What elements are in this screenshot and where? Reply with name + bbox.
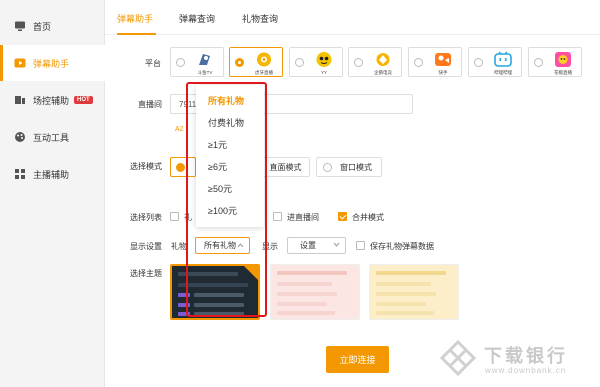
settings-select[interactable]: 设置 (287, 237, 346, 254)
platform-name: 快手 (438, 70, 448, 75)
downbank-logo-icon (439, 339, 477, 377)
gift-label: 礼物 (171, 242, 187, 251)
huya-logo-icon (252, 51, 276, 68)
tab-danmu-query[interactable]: 弹幕查询 (179, 12, 215, 25)
connect-button[interactable]: 立即连接 (326, 346, 389, 373)
radio-button[interactable] (176, 58, 185, 67)
sidebar-item-label: 互动工具 (33, 132, 70, 143)
dropdown-option[interactable]: ≥50元 (208, 182, 232, 195)
sidebar-item-control[interactable]: 场控辅助 HOT (0, 82, 105, 118)
platform-name: 虎牙直播 (255, 70, 273, 75)
tab-danmu-assistant[interactable]: 弹幕助手 (117, 12, 153, 25)
sidebar-item-interact[interactable]: 互动工具 (0, 119, 105, 155)
display-label: 显示设置 (130, 242, 162, 251)
sidebar-item-anchor[interactable]: 主播辅助 (0, 156, 105, 192)
display-sub-label: 显示 (262, 242, 278, 251)
sidebar-item-label: 首页 (33, 21, 52, 32)
list-label: 选择列表 (130, 213, 162, 222)
platform-huya[interactable]: 虎牙直播 (229, 47, 283, 77)
save-gift-label: 保存礼物弹幕数据 (370, 242, 434, 251)
monitor-icon (14, 20, 26, 32)
mode-option-3[interactable]: 窗口模式 (316, 157, 382, 177)
dropdown-option[interactable]: ≥100元 (208, 204, 237, 217)
sidebar-item-label: 弹幕助手 (33, 58, 70, 69)
sidebar-item-danmu[interactable]: 弹幕助手 (0, 45, 105, 81)
yy-logo-icon (312, 51, 336, 68)
sidebar-item-label: 主播辅助 (33, 169, 70, 180)
bilibili-logo-icon (491, 51, 515, 68)
mode-option-label: 窗口模式 (340, 162, 372, 172)
huajiao-logo-icon (551, 51, 575, 68)
platform-name: 哔哩哔哩 (494, 70, 512, 75)
list-option-gift-checkbox[interactable] (170, 212, 179, 221)
save-gift-checkbox[interactable] (356, 241, 365, 250)
dropdown-option[interactable]: 所有礼物 (208, 94, 244, 107)
dropdown-option[interactable]: 付费礼物 (208, 116, 244, 129)
sidebar-item-label: 场控辅助 (33, 95, 70, 106)
radio-button[interactable] (354, 58, 363, 67)
theme-label: 选择主题 (130, 269, 162, 278)
active-tab-indicator (117, 33, 156, 35)
room-label: 直播间 (138, 100, 162, 109)
platform-label: 平台 (145, 59, 161, 68)
settings-select-value: 设置 (300, 241, 316, 250)
theme-pink-thumbnail[interactable] (270, 264, 360, 320)
list-option-label: 礼 (184, 213, 192, 222)
platform-kuaishou[interactable]: 快手 (408, 47, 462, 77)
platform-bilibili[interactable]: 哔哩哔哩 (468, 47, 522, 77)
sidebar-item-home[interactable]: 首页 (0, 8, 105, 44)
list-option-label: 进直播间 (287, 213, 319, 222)
radio-button[interactable] (474, 58, 483, 67)
watermark-subtitle: www.downbank.cn (485, 366, 567, 375)
palette-icon (14, 131, 26, 143)
gift-filter-value: 所有礼物 (204, 241, 236, 250)
chevron-up-icon (237, 238, 244, 257)
tab-gift-query[interactable]: 礼物查询 (242, 12, 278, 25)
play-icon (14, 57, 26, 69)
platform-name: 花椒直播 (554, 70, 572, 75)
platform-douyu[interactable]: 斗鱼TV (170, 47, 224, 77)
platform-yy[interactable]: YY (289, 47, 343, 77)
chevron-down-icon (333, 238, 340, 257)
mode-option-label: 直面模式 (269, 162, 302, 172)
theme-yellow-thumbnail[interactable] (369, 264, 459, 320)
shield-icon (14, 94, 26, 106)
kuaishou-logo-icon (431, 51, 455, 68)
douyu-logo-icon (193, 51, 217, 68)
list-option-label: 合并模式 (352, 213, 384, 222)
list-option-merge-checkbox[interactable] (338, 212, 347, 221)
watermark-title: 下载银行 (484, 346, 568, 366)
selected-corner-check-icon (244, 266, 258, 280)
radio-button[interactable] (414, 58, 423, 67)
gift-filter-select[interactable]: 所有礼物 (195, 237, 250, 254)
grid-icon (14, 168, 26, 180)
dropdown-option[interactable]: ≥6元 (208, 160, 227, 173)
radio-button[interactable] (235, 58, 244, 67)
radio-button[interactable] (534, 58, 543, 67)
platform-name: 斗鱼TV (197, 70, 213, 75)
platform-name: YY (320, 70, 327, 75)
radio-button[interactable] (176, 163, 185, 172)
list-option-enter-checkbox[interactable] (273, 212, 282, 221)
room-input-value: 7911 (179, 100, 197, 109)
platform-name: 企鹅电竞 (374, 70, 392, 75)
mode-label: 选择模式 (130, 162, 162, 171)
platform-egame[interactable]: 企鹅电竞 (348, 47, 402, 77)
radio-button[interactable] (323, 163, 332, 172)
gift-filter-dropdown: 所有礼物 付费礼物 ≥1元 ≥6元 ≥50元 ≥100元 (196, 85, 264, 227)
egame-logo-icon (371, 51, 395, 68)
radio-button[interactable] (295, 58, 304, 67)
platform-huajiao[interactable]: 花椒直播 (528, 47, 582, 77)
hot-badge: HOT (74, 96, 93, 104)
mode-option-1[interactable] (170, 157, 196, 177)
sidebar: 首页 弹幕助手 场控辅助 HOT 互动工具 主播辅助 (0, 0, 105, 387)
room-hint: A2 (175, 126, 184, 133)
dropdown-option[interactable]: ≥1元 (208, 138, 227, 151)
theme-dark-thumbnail[interactable] (170, 264, 260, 320)
